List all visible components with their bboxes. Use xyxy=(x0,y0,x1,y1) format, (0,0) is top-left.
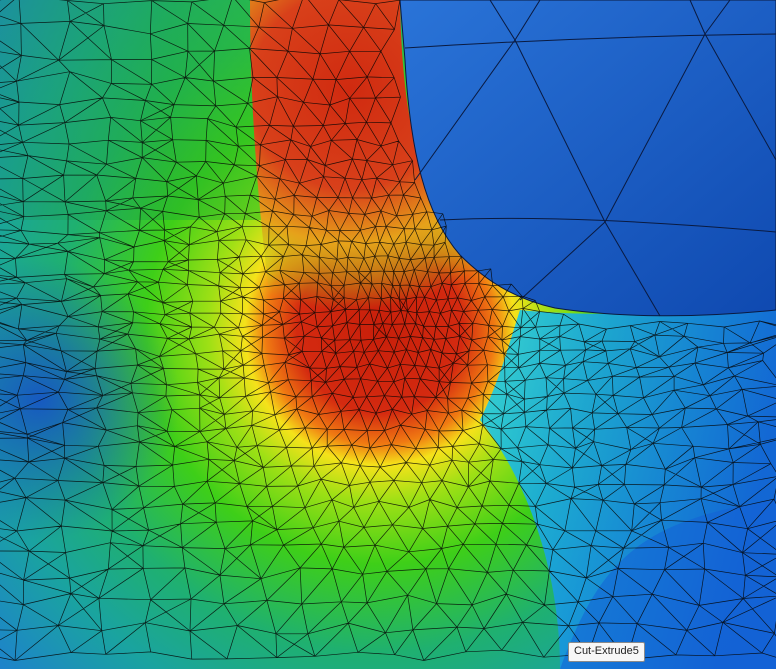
graphics-viewport[interactable]: Cut-Extrude5 xyxy=(0,0,776,669)
fea-mesh-plot[interactable] xyxy=(0,0,776,669)
feature-tooltip: Cut-Extrude5 xyxy=(568,642,645,662)
